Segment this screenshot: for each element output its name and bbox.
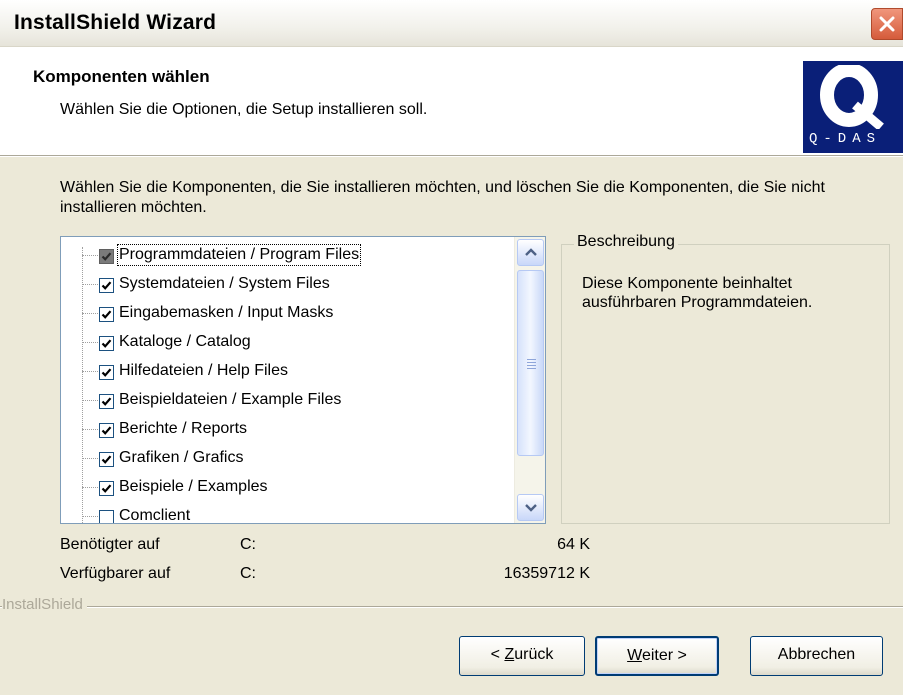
footer-divider xyxy=(0,606,903,608)
checkmark-icon xyxy=(101,310,112,319)
component-label: Berichte / Reports xyxy=(119,420,248,437)
header-divider xyxy=(0,155,903,157)
chevron-up-icon xyxy=(525,248,537,256)
back-button[interactable]: < Zurück xyxy=(459,636,585,676)
component-item[interactable]: Programmdateien / Program Files xyxy=(81,244,501,266)
checkmark-icon xyxy=(101,368,112,377)
tree-branch xyxy=(82,255,98,256)
page-subtitle: Wählen Sie die Optionen, die Setup insta… xyxy=(60,101,428,118)
checkmark-icon xyxy=(101,426,112,435)
component-item[interactable]: Systemdateien / System Files xyxy=(81,273,501,295)
wizard-header: Komponenten wählen Wählen Sie die Option… xyxy=(0,47,903,155)
component-label: Eingabemasken / Input Masks xyxy=(119,304,334,321)
next-accesskey: W xyxy=(627,647,642,664)
component-checkbox[interactable] xyxy=(99,452,114,467)
component-checkbox[interactable] xyxy=(99,307,114,322)
component-item[interactable]: Comclient xyxy=(81,505,501,524)
description-text: Diese Komponente beinhaltet ausführbaren… xyxy=(582,275,813,311)
scroll-thumb[interactable] xyxy=(517,270,544,456)
component-label: Grafiken / Grafics xyxy=(119,449,244,466)
back-accesskey: Z xyxy=(504,646,515,663)
grip-line xyxy=(527,362,536,363)
logo-text: Q-DAS xyxy=(809,131,882,147)
component-item[interactable]: Eingabemasken / Input Masks xyxy=(81,302,501,324)
component-checkbox[interactable] xyxy=(99,249,114,264)
checkmark-icon xyxy=(101,339,112,348)
required-value: 64 K xyxy=(557,536,590,553)
component-item[interactable]: Grafiken / Grafics xyxy=(81,447,501,469)
component-checkbox[interactable] xyxy=(99,510,114,523)
scroll-up-button[interactable] xyxy=(517,239,544,266)
component-label: Hilfedateien / Help Files xyxy=(119,362,288,379)
component-item[interactable]: Beispiele / Examples xyxy=(81,476,501,498)
tree-branch xyxy=(82,458,98,459)
tree-branch xyxy=(82,342,98,343)
checkmark-icon xyxy=(101,252,112,261)
tree-branch xyxy=(82,429,98,430)
tree-branch xyxy=(82,284,98,285)
scroll-down-button[interactable] xyxy=(517,494,544,521)
available-drive: C: xyxy=(240,565,256,582)
tree-branch xyxy=(82,516,98,517)
required-label: Benötigter auf xyxy=(60,536,160,553)
checkmark-icon xyxy=(101,281,112,290)
component-item[interactable]: Kataloge / Catalog xyxy=(81,331,501,353)
component-label: Comclient xyxy=(119,507,191,524)
vertical-scrollbar[interactable] xyxy=(514,237,545,523)
component-label: Beispieldateien / Example Files xyxy=(119,391,342,408)
tree-branch xyxy=(82,371,98,372)
component-label: Programmdateien / Program Files xyxy=(117,244,362,266)
grip-line xyxy=(527,359,536,360)
component-checkbox[interactable] xyxy=(99,481,114,496)
grip-line xyxy=(527,365,536,366)
back-label-rest: urück xyxy=(514,646,554,663)
component-label: Beispiele / Examples xyxy=(119,478,268,495)
q-logo-icon xyxy=(820,65,884,129)
close-button[interactable] xyxy=(871,8,903,40)
required-drive: C: xyxy=(240,536,256,553)
component-item[interactable]: Beispieldateien / Example Files xyxy=(81,389,501,411)
tree-branch xyxy=(82,313,98,314)
next-button[interactable]: Weiter > xyxy=(595,636,719,676)
back-prefix: < xyxy=(490,646,505,663)
checkmark-icon xyxy=(101,397,112,406)
component-item[interactable]: Hilfedateien / Help Files xyxy=(81,360,501,382)
tree-branch xyxy=(82,487,98,488)
chevron-down-icon xyxy=(525,504,537,512)
component-checkbox[interactable] xyxy=(99,278,114,293)
available-label: Verfügbarer auf xyxy=(60,565,171,582)
checkmark-icon xyxy=(101,484,112,493)
component-checkbox[interactable] xyxy=(99,336,114,351)
installshield-brand: InstallShield xyxy=(2,596,87,613)
cancel-button[interactable]: Abbrechen xyxy=(750,636,883,676)
grip-line xyxy=(527,368,536,369)
instructions: Wählen Sie die Komponenten, die Sie inst… xyxy=(60,179,825,216)
checkmark-icon xyxy=(101,455,112,464)
tree-branch xyxy=(82,400,98,401)
component-checkbox[interactable] xyxy=(99,394,114,409)
installshield-window: InstallShield Wizard Komponenten wählen … xyxy=(0,0,903,695)
qdas-logo: Q-DAS xyxy=(803,61,903,153)
title-bar[interactable]: InstallShield Wizard xyxy=(0,0,903,47)
component-label: Systemdateien / System Files xyxy=(119,275,330,292)
page-title: Komponenten wählen xyxy=(33,67,210,86)
component-checkbox[interactable] xyxy=(99,423,114,438)
next-label-rest: eiter > xyxy=(641,647,687,664)
component-label: Kataloge / Catalog xyxy=(119,333,251,350)
component-tree[interactable]: Programmdateien / Program Files Systemdat… xyxy=(60,236,546,524)
description-legend: Beschreibung xyxy=(574,233,678,251)
component-item[interactable]: Berichte / Reports xyxy=(81,418,501,440)
component-checkbox[interactable] xyxy=(99,365,114,380)
available-value: 16359712 K xyxy=(503,565,590,582)
window-title: InstallShield Wizard xyxy=(14,11,217,34)
close-icon xyxy=(879,16,895,32)
